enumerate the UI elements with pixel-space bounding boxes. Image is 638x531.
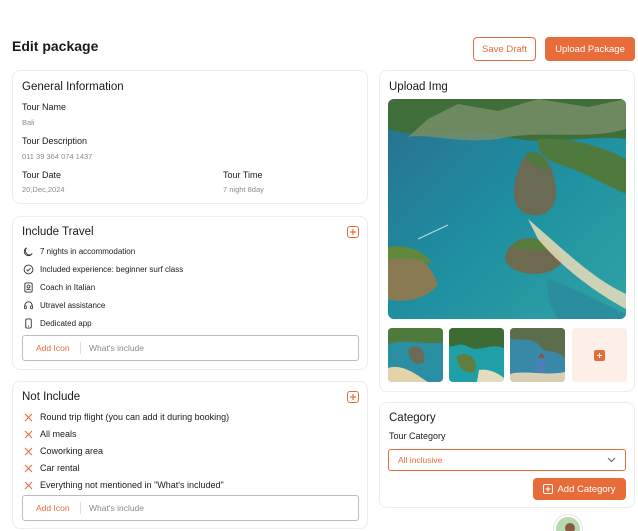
page-title: Edit package <box>12 38 99 54</box>
list-item: Coworking area <box>22 444 103 458</box>
chevron-down-icon <box>607 457 616 463</box>
x-icon <box>22 479 34 491</box>
list-item: Dedicated app <box>22 316 92 330</box>
upload-package-button[interactable]: Upload Package <box>545 37 635 61</box>
add-include-button[interactable] <box>347 226 359 238</box>
include-travel-card: Include Travel 7 nights in accommodation… <box>12 216 368 370</box>
category-title: Category <box>389 412 436 424</box>
phone-icon <box>22 317 34 329</box>
tour-name-value[interactable]: Bali <box>22 118 35 127</box>
include-travel-title: Include Travel <box>22 226 94 238</box>
tour-category-label: Tour Category <box>389 431 446 441</box>
tour-date-label: Tour Date <box>22 170 62 180</box>
main-tour-image[interactable] <box>388 99 626 319</box>
badge-check-icon <box>22 263 34 275</box>
list-item: Car rental <box>22 461 80 475</box>
tour-description-label: Tour Description <box>22 136 88 146</box>
tour-time-label: Tour Time <box>223 170 263 180</box>
not-include-input-placeholder: What's include <box>89 503 145 513</box>
save-draft-button[interactable]: Save Draft <box>473 37 536 61</box>
tour-description-value[interactable]: 011 39 364 074 1437 <box>22 152 92 161</box>
list-item: Round trip flight (you can add it during… <box>22 410 229 424</box>
add-icon-button[interactable]: Add Icon <box>36 343 80 353</box>
headset-icon <box>22 299 34 311</box>
add-icon-button[interactable]: Add Icon <box>36 503 80 513</box>
category-card: Category Tour Category All inclusive Add… <box>379 402 635 508</box>
list-item: Included experience: beginner surf class <box>22 262 183 276</box>
list-item: All meals <box>22 427 77 441</box>
id-badge-icon <box>22 281 34 293</box>
include-input[interactable]: Add Icon What's include <box>22 335 359 361</box>
not-include-card: Not Include Round trip flight (you can a… <box>12 381 368 529</box>
plus-icon <box>543 484 554 494</box>
plus-icon <box>350 394 356 400</box>
divider <box>80 502 81 514</box>
tour-time-value[interactable]: 7 night 8day <box>223 185 264 194</box>
list-item: Coach in Italian <box>22 280 95 294</box>
x-icon <box>22 445 34 457</box>
add-image-button[interactable] <box>572 328 627 382</box>
tour-category-value: All inclusive <box>398 455 443 465</box>
list-item: Utravel assistance <box>22 298 105 312</box>
thumbnail-image[interactable] <box>449 328 504 382</box>
x-icon <box>22 411 34 423</box>
add-category-label: Add Category <box>557 483 616 495</box>
tour-name-label: Tour Name <box>22 102 67 112</box>
plus-icon <box>594 349 605 361</box>
add-category-button[interactable]: Add Category <box>533 478 626 500</box>
not-include-input[interactable]: Add Icon What's include <box>22 495 359 521</box>
include-input-placeholder: What's include <box>89 343 145 353</box>
plus-icon <box>350 229 356 235</box>
divider <box>80 342 81 354</box>
list-item: 7 nights in accommodation <box>22 244 135 258</box>
add-not-include-button[interactable] <box>347 391 359 403</box>
tour-category-select[interactable]: All inclusive <box>388 449 626 471</box>
general-info-title: General Information <box>22 81 124 93</box>
list-item: Everything not mentioned in "What's incl… <box>22 478 224 492</box>
tour-date-value[interactable]: 20,Dec,2024 <box>22 185 65 194</box>
thumbnail-image[interactable] <box>388 328 443 382</box>
avatar[interactable] <box>554 515 582 531</box>
x-icon <box>22 428 34 440</box>
moon-icon <box>22 245 34 257</box>
x-icon <box>22 462 34 474</box>
general-info-card: General Information Tour Name Bali Tour … <box>12 70 368 204</box>
upload-image-title: Upload Img <box>389 81 448 93</box>
upload-image-card: Upload Img <box>379 70 635 392</box>
thumbnail-image[interactable] <box>510 328 565 382</box>
not-include-title: Not Include <box>22 391 81 403</box>
